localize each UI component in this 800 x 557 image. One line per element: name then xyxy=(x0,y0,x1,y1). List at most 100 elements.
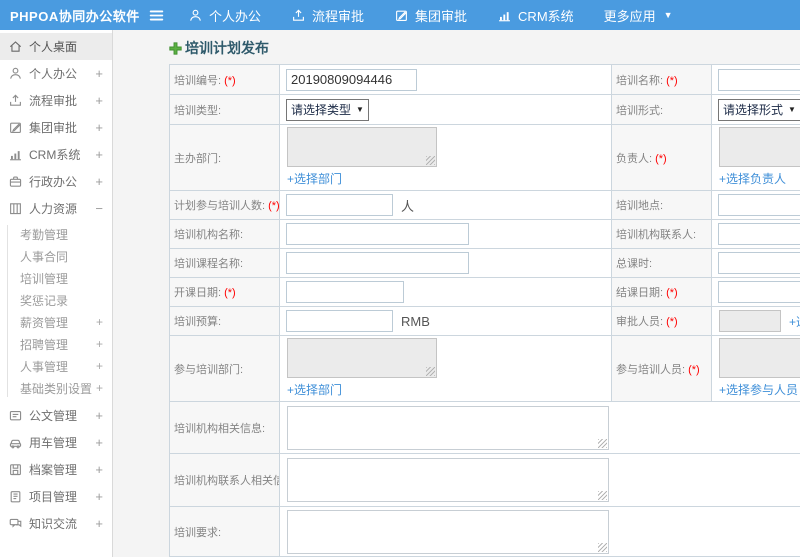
sidebar-subitem[interactable]: 薪资管理 + xyxy=(0,311,112,333)
responsible-person-area[interactable] xyxy=(719,127,800,167)
course-name-input[interactable] xyxy=(286,252,469,274)
expand-plus-icon[interactable]: + xyxy=(95,489,103,504)
hamburger-menu-icon[interactable] xyxy=(148,6,166,24)
home-icon xyxy=(8,39,23,54)
expand-plus-icon[interactable]: + xyxy=(95,120,103,135)
training-org-name-input[interactable] xyxy=(286,223,469,245)
required-marker: (*) xyxy=(268,200,280,212)
select-link[interactable]: +选择部门 xyxy=(287,381,607,398)
training-number-input[interactable] xyxy=(286,68,417,91)
field-label: 培训预算: xyxy=(169,306,280,336)
sidebar-item-project[interactable]: 项目管理 + xyxy=(0,483,112,510)
field-label-text: 培训机构相关信息: xyxy=(174,422,266,435)
sidebar-subitem[interactable]: 基础类别设置 + xyxy=(0,377,112,399)
sidebar-subitem[interactable]: 培训管理 xyxy=(0,267,112,289)
field-cell: +选择部门 xyxy=(279,335,612,402)
expand-plus-icon[interactable]: + xyxy=(95,516,103,531)
top-user-icon xyxy=(188,8,203,23)
top-menu-item-caret[interactable]: 更多应用 ▼ xyxy=(604,6,673,25)
sidebar-subitem[interactable]: 招聘管理 + xyxy=(0,333,112,355)
expand-plus-icon[interactable]: + xyxy=(95,174,103,189)
sidebar-item-briefcase[interactable]: 行政办公 + xyxy=(0,168,112,195)
participating-departments-area[interactable] xyxy=(287,338,437,378)
collapse-minus-icon[interactable]: − xyxy=(95,201,103,216)
training-name-input[interactable] xyxy=(718,68,800,91)
expand-plus-icon[interactable]: + xyxy=(95,147,103,162)
field-label: 培训机构名称: xyxy=(169,219,280,249)
field-cell xyxy=(711,64,800,95)
end-date-input[interactable] xyxy=(718,281,800,303)
top-menu-item-user[interactable]: 个人办公 xyxy=(188,6,261,25)
approver-area[interactable] xyxy=(719,310,781,332)
training-org-contact-input[interactable] xyxy=(718,223,800,245)
start-date-input[interactable] xyxy=(286,281,404,303)
org-info-textarea[interactable] xyxy=(287,405,609,450)
training-location-input[interactable] xyxy=(718,194,800,216)
page-title: 培训计划发布 xyxy=(185,40,269,56)
sidebar-subitem-label: 人事合同 xyxy=(20,249,69,264)
host-department-area[interactable] xyxy=(287,127,437,167)
select-link[interactable]: +选择审批人员 xyxy=(789,313,800,330)
top-menu-label: 个人办公 xyxy=(209,8,262,24)
select-link[interactable]: +选择部门 xyxy=(287,170,607,187)
required-marker: (*) xyxy=(224,74,236,87)
sidebar-item-label: 知识交流 xyxy=(29,517,78,531)
expand-plus-icon[interactable]: + xyxy=(96,315,103,329)
training-type-select[interactable]: 请选择类型 ▼ xyxy=(286,98,369,121)
sidebar-item-home[interactable]: 个人桌面 xyxy=(0,33,112,60)
planned-participants-input[interactable] xyxy=(286,194,393,216)
field-wrap xyxy=(284,251,607,275)
sidebar-subitem[interactable]: 考勤管理 xyxy=(0,223,112,245)
sidebar-subitem[interactable]: 奖惩记录 xyxy=(0,289,112,311)
field-label-text: 培训编号: xyxy=(174,74,222,87)
topbar: PHPOA协同办公软件 个人办公 流程审批 集团审批 CRM系统 更多应用 ▼ xyxy=(0,0,800,30)
top-menu-item-upload[interactable]: 流程审批 xyxy=(291,6,364,25)
total-hours-input[interactable] xyxy=(718,252,800,274)
sidebar-subitem[interactable]: 人事合同 xyxy=(0,245,112,267)
sidebar-item-upload[interactable]: 流程审批 + xyxy=(0,87,112,114)
sidebar-item-user[interactable]: 个人办公 + xyxy=(0,60,112,87)
training-form-select[interactable]: 请选择形式 ▼ xyxy=(718,98,800,121)
sidebar-subitem-label: 人事管理 xyxy=(20,359,69,374)
sidebar-item-car[interactable]: 用车管理 + xyxy=(0,429,112,456)
expand-plus-icon[interactable]: + xyxy=(95,66,103,81)
field-cell: RMB xyxy=(279,306,612,336)
briefcase-icon xyxy=(8,174,23,189)
expand-plus-icon[interactable]: + xyxy=(95,408,103,423)
participants-area[interactable] xyxy=(719,338,800,378)
field-wrap xyxy=(284,222,607,246)
sidebar-item-archive[interactable]: 档案管理 + xyxy=(0,456,112,483)
sidebar-item-chat[interactable]: 知识交流 + xyxy=(0,510,112,537)
expand-plus-icon[interactable]: + xyxy=(96,337,103,351)
select-link[interactable]: +选择负责人 xyxy=(719,170,800,187)
expand-plus-icon[interactable]: + xyxy=(95,435,103,450)
field-wrap: RMB xyxy=(284,309,607,333)
resize-handle-icon xyxy=(426,367,435,376)
sidebar-item-edit[interactable]: 集团审批 + xyxy=(0,114,112,141)
expand-plus-icon[interactable]: + xyxy=(96,381,103,395)
field-wrap xyxy=(716,251,800,275)
org-contact-info-textarea[interactable] xyxy=(287,458,609,502)
training-requirements-textarea[interactable] xyxy=(287,509,609,554)
edit-icon xyxy=(8,120,23,135)
car-icon xyxy=(8,435,23,450)
top-menu-item-chart[interactable]: CRM系统 xyxy=(497,6,574,25)
field-label-text: 结课日期: xyxy=(616,287,664,299)
expand-plus-icon[interactable]: + xyxy=(96,359,103,373)
expand-plus-icon[interactable]: + xyxy=(95,93,103,108)
sidebar-item-chart[interactable]: CRM系统 + xyxy=(0,141,112,168)
field-wrap: +选择审批人员 xyxy=(716,310,800,332)
project-icon xyxy=(8,489,23,504)
sidebar-subitem[interactable]: 人事管理 + xyxy=(0,355,112,377)
select-link[interactable]: +选择参与人员 xyxy=(719,381,800,398)
sidebar-item-hr[interactable]: 人力资源 − xyxy=(0,195,112,222)
sidebar-item-label: 流程审批 xyxy=(29,94,78,108)
field-label-text: 培训机构联系人相关信息: xyxy=(174,475,279,487)
sidebar-item-doc[interactable]: 公文管理 + xyxy=(0,402,112,429)
main-content: 培训计划发布 培训编号:(*)培训名称:(*)培训类型:请选择类型▼培训形式:请… xyxy=(113,30,800,557)
field-wrap xyxy=(716,193,800,217)
field-label-text: 主办部门: xyxy=(174,152,222,165)
expand-plus-icon[interactable]: + xyxy=(95,462,103,477)
budget-input[interactable] xyxy=(286,310,393,332)
top-menu-item-edit[interactable]: 集团审批 xyxy=(394,6,467,25)
